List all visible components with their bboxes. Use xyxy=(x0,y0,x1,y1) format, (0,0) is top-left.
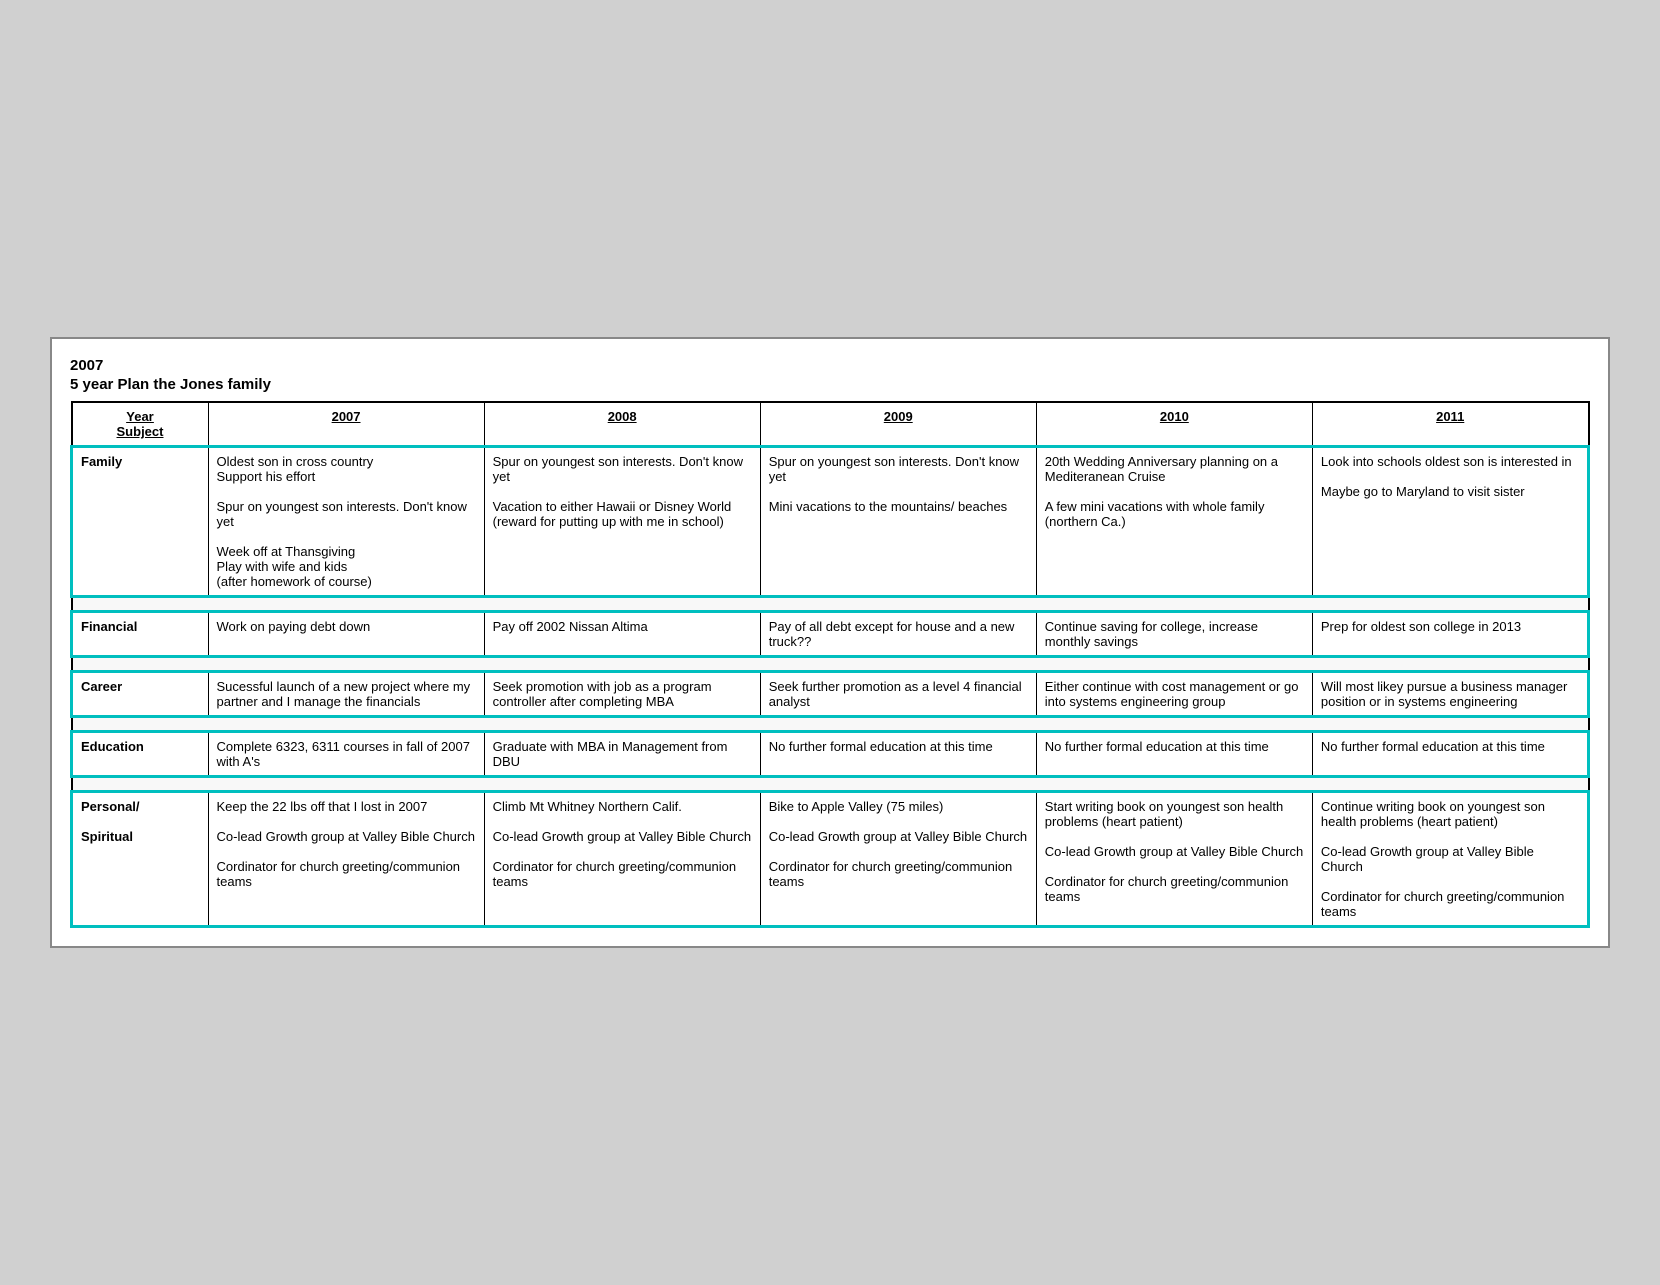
table-cell-r3-c2: No further formal education at this time xyxy=(760,732,1036,777)
row-label-1: Financial xyxy=(72,612,209,657)
table-cell-r1-c1: Pay off 2002 Nissan Altima xyxy=(484,612,760,657)
table-cell-r2-c2: Seek further promotion as a level 4 fina… xyxy=(760,672,1036,717)
table-cell-r4-c0: Keep the 22 lbs off that I lost in 2007C… xyxy=(208,792,484,927)
plan-table: Year Subject 2007 2008 2009 2010 2011 Fa… xyxy=(70,401,1590,928)
table-cell-r3-c0: Complete 6323, 6311 courses in fall of 2… xyxy=(208,732,484,777)
table-cell-r4-c1: Climb Mt Whitney Northern Calif.Co-lead … xyxy=(484,792,760,927)
spacer-row-2 xyxy=(72,717,1589,732)
col-2008-header: 2008 xyxy=(484,402,760,447)
table-row-1: FinancialWork on paying debt downPay off… xyxy=(72,612,1589,657)
table-cell-r1-c0: Work on paying debt down xyxy=(208,612,484,657)
table-cell-r4-c4: Continue writing book on youngest son he… xyxy=(1312,792,1588,927)
spacer-row-0 xyxy=(72,597,1589,612)
table-cell-r1-c2: Pay of all debt except for house and a n… xyxy=(760,612,1036,657)
table-cell-r2-c4: Will most likey pursue a business manage… xyxy=(1312,672,1588,717)
table-cell-r2-c0: Sucessful launch of a new project where … xyxy=(208,672,484,717)
col-2010-header: 2010 xyxy=(1036,402,1312,447)
col-2007-header: 2007 xyxy=(208,402,484,447)
page-subtitle: 5 year Plan the Jones family xyxy=(70,376,1590,393)
page-title: 2007 xyxy=(70,357,1590,374)
row-label-4: Personal/Spiritual xyxy=(72,792,209,927)
table-cell-r1-c3: Continue saving for college, increase mo… xyxy=(1036,612,1312,657)
table-row-3: EducationComplete 6323, 6311 courses in … xyxy=(72,732,1589,777)
spacer-row-1 xyxy=(72,657,1589,672)
table-cell-r1-c4: Prep for oldest son college in 2013 xyxy=(1312,612,1588,657)
table-row-0: FamilyOldest son in cross countrySupport… xyxy=(72,447,1589,597)
year-header-label: Year xyxy=(81,409,200,424)
table-cell-r3-c3: No further formal education at this time xyxy=(1036,732,1312,777)
row-label-2: Career xyxy=(72,672,209,717)
table-header-row: Year Subject 2007 2008 2009 2010 2011 xyxy=(72,402,1589,447)
subject-header-label: Subject xyxy=(81,424,200,439)
table-cell-r0-c1: Spur on youngest son interests. Don't kn… xyxy=(484,447,760,597)
page: 2007 5 year Plan the Jones family Year S… xyxy=(50,337,1610,948)
table-cell-r0-c0: Oldest son in cross countrySupport his e… xyxy=(208,447,484,597)
col-2009-header: 2009 xyxy=(760,402,1036,447)
table-cell-r4-c3: Start writing book on youngest son healt… xyxy=(1036,792,1312,927)
table-row-2: CareerSucessful launch of a new project … xyxy=(72,672,1589,717)
row-label-3: Education xyxy=(72,732,209,777)
table-cell-r4-c2: Bike to Apple Valley (75 miles)Co-lead G… xyxy=(760,792,1036,927)
table-cell-r0-c2: Spur on youngest son interests. Don't kn… xyxy=(760,447,1036,597)
table-cell-r3-c4: No further formal education at this time xyxy=(1312,732,1588,777)
subject-header: Year Subject xyxy=(72,402,209,447)
table-cell-r2-c3: Either continue with cost management or … xyxy=(1036,672,1312,717)
table-row-4: Personal/SpiritualKeep the 22 lbs off th… xyxy=(72,792,1589,927)
row-label-0: Family xyxy=(72,447,209,597)
table-cell-r0-c3: 20th Wedding Anniversary planning on a M… xyxy=(1036,447,1312,597)
table-cell-r2-c1: Seek promotion with job as a program con… xyxy=(484,672,760,717)
spacer-row-3 xyxy=(72,777,1589,792)
table-cell-r3-c1: Graduate with MBA in Management from DBU xyxy=(484,732,760,777)
col-2011-header: 2011 xyxy=(1312,402,1588,447)
table-cell-r0-c4: Look into schools oldest son is interest… xyxy=(1312,447,1588,597)
